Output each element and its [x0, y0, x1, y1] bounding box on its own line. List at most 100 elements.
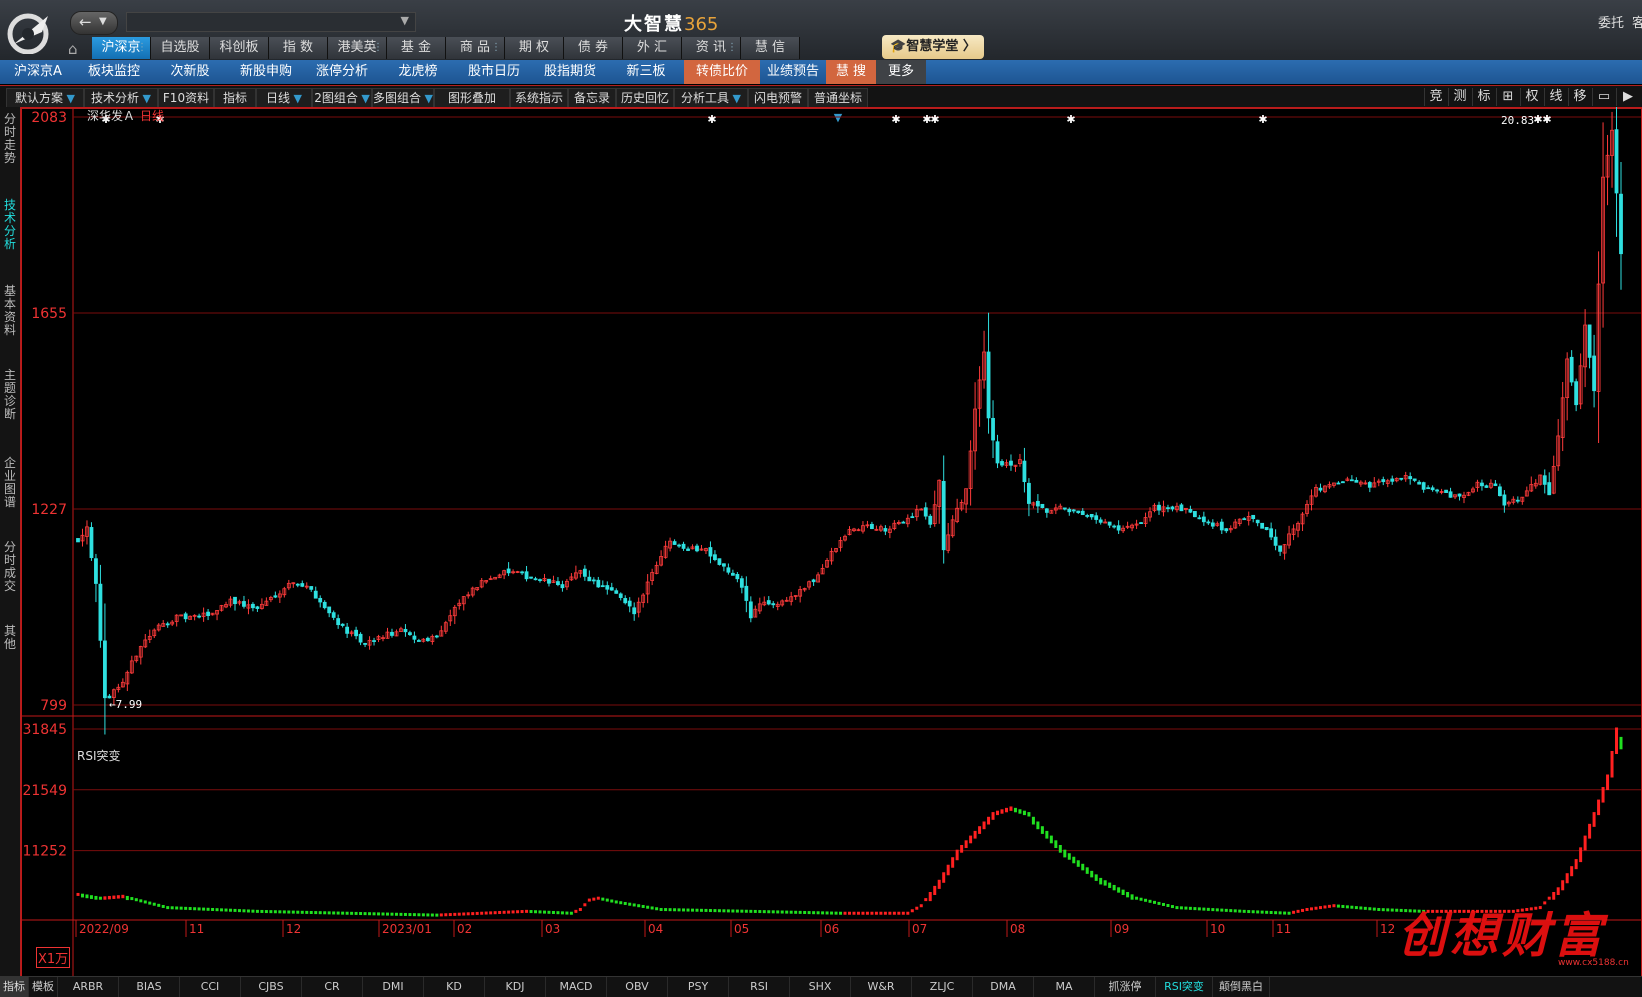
- toolbar-13[interactable]: 普通坐标 ▼: [808, 88, 868, 124]
- submenu-item-10[interactable]: 业绩预告: [760, 60, 826, 84]
- submenu-item-7[interactable]: 股指期货: [532, 60, 608, 84]
- main-nav-item-7[interactable]: 期 权: [505, 37, 564, 59]
- dropdown-arrow-icon[interactable]: ▼: [421, 92, 433, 105]
- indicator-tab-15[interactable]: W&R: [851, 977, 912, 997]
- submenu-item-6[interactable]: 股市日历: [456, 60, 532, 84]
- toolbar-right-3[interactable]: ⊞: [1496, 88, 1519, 106]
- dropdown-arrow-icon[interactable]: ▼: [63, 92, 75, 105]
- more-dots-icon[interactable]: ⋮: [373, 37, 383, 59]
- service-button[interactable]: 客: [1632, 12, 1642, 31]
- submenu-item-1[interactable]: 板块监控: [76, 60, 152, 84]
- toolbar-right-7[interactable]: ▭: [1592, 88, 1615, 106]
- left-tab-3[interactable]: 主题诊断: [2, 369, 18, 421]
- main-nav-item-4[interactable]: 港美英 ⋮: [328, 37, 387, 59]
- submenu-item-0[interactable]: 沪深京A: [0, 60, 76, 84]
- indicator-tab-8[interactable]: KD: [424, 977, 485, 997]
- left-tab-0[interactable]: 分时走势: [2, 113, 18, 165]
- toolbar-right-1[interactable]: 测: [1448, 88, 1471, 106]
- indicator-tab-6[interactable]: CR: [302, 977, 363, 997]
- chart-area[interactable]: 2083 1655 1227 799 31845 21549 11252 2022/09 11 1…: [21, 107, 1642, 981]
- submenu-item-5[interactable]: 龙虎榜: [380, 60, 456, 84]
- indicator-tab-18[interactable]: MA: [1034, 977, 1095, 997]
- main-nav-item-10[interactable]: 资 讯 ⋮: [682, 37, 741, 59]
- back-forward-button[interactable]: ← ▼: [70, 11, 118, 35]
- main-nav-item-3[interactable]: 指 数: [269, 37, 328, 59]
- main-nav-item-2[interactable]: 科创板: [210, 37, 269, 59]
- indicator-tab-19[interactable]: 抓涨停: [1095, 977, 1156, 997]
- indicator-tab-3[interactable]: BIAS: [119, 977, 180, 997]
- toolbar-right-5[interactable]: 线: [1544, 88, 1567, 106]
- toolbar-4[interactable]: 日线 ▼: [256, 88, 312, 108]
- dropdown-arrow-icon[interactable]: ▼: [290, 92, 302, 105]
- history-dropdown-icon[interactable]: ▼: [99, 16, 107, 27]
- indicator-tab-2[interactable]: ARBR: [58, 977, 119, 997]
- toolbar-12[interactable]: 闪电预警: [748, 88, 808, 108]
- more-dots-icon[interactable]: ⋮: [727, 37, 737, 59]
- address-input[interactable]: ▼: [126, 12, 416, 32]
- indicator-tab-17[interactable]: DMA: [973, 977, 1034, 997]
- left-tab-6[interactable]: 其他: [2, 625, 18, 651]
- toolbar-6[interactable]: 多图组合 ▼: [372, 88, 434, 108]
- indicator-tab-9[interactable]: KDJ: [485, 977, 546, 997]
- toolbar-8[interactable]: 系统指示: [510, 88, 568, 108]
- toolbar-7[interactable]: 图形叠加: [434, 88, 510, 108]
- indicator-tab-11[interactable]: OBV: [607, 977, 668, 997]
- indicator-tab-21[interactable]: 颠倒黑白: [1213, 977, 1270, 997]
- submenu-item-3[interactable]: 新股申购: [228, 60, 304, 84]
- submenu-item-12[interactable]: 更多: [876, 60, 926, 84]
- toolbar-right-0[interactable]: 竞: [1424, 88, 1447, 106]
- main-nav-item-9[interactable]: 外 汇: [623, 37, 682, 59]
- indicator-tab-1[interactable]: 模板: [29, 977, 58, 997]
- indicator-tab-4[interactable]: CCI: [180, 977, 241, 997]
- dropdown-arrow-icon[interactable]: ▼: [729, 92, 741, 105]
- toolbar-9[interactable]: 备忘录: [568, 88, 616, 108]
- indicator-tab-5[interactable]: CJBS: [241, 977, 302, 997]
- kline-chart-svg[interactable]: 2083 1655 1227 799 31845 21549 11252 2022/09 11 1…: [21, 107, 1642, 981]
- entrust-button[interactable]: 委托: [1598, 12, 1624, 31]
- dropdown-arrow-icon[interactable]: ▼: [139, 92, 151, 105]
- left-tab-5[interactable]: 分时成交: [2, 541, 18, 593]
- academy-button[interactable]: 🎓智慧学堂 〉: [882, 35, 984, 59]
- submenu-item-2[interactable]: 次新股: [152, 60, 228, 84]
- more-dots-icon[interactable]: ⋮: [137, 37, 147, 59]
- submenu-item-9[interactable]: 转债比价: [684, 60, 760, 84]
- main-nav-item-5[interactable]: 基 金: [387, 37, 446, 59]
- toolbar-3[interactable]: 指标: [214, 88, 256, 108]
- indicator-tab-10[interactable]: MACD: [546, 977, 607, 997]
- toolbar-5[interactable]: 2图组合 ▼: [312, 88, 372, 108]
- left-tab-1[interactable]: 技术分析: [2, 199, 18, 251]
- toolbar-right-4[interactable]: 权: [1520, 88, 1543, 106]
- back-arrow-icon[interactable]: ←: [79, 13, 92, 31]
- main-nav-item-0[interactable]: 沪深京 ⋮: [92, 37, 151, 59]
- left-tab-2[interactable]: 基本资料: [2, 285, 18, 337]
- indicator-tab-13[interactable]: RSI: [729, 977, 790, 997]
- toolbar-10[interactable]: 历史回忆: [616, 88, 674, 108]
- indicator-tab-7[interactable]: DMI: [363, 977, 424, 997]
- indicator-tab-20[interactable]: RSI突变: [1156, 977, 1213, 997]
- toolbar-11[interactable]: 分析工具 ▼: [674, 88, 748, 108]
- indicator-tab-12[interactable]: PSY: [668, 977, 729, 997]
- main-nav-item-11[interactable]: 慧 信: [741, 37, 800, 59]
- indicator-tab-16[interactable]: ZLJC: [912, 977, 973, 997]
- submenu-item-8[interactable]: 新三板: [608, 60, 684, 84]
- toolbar-right-8[interactable]: ▶: [1616, 88, 1639, 106]
- toolbar-right-6[interactable]: 移: [1568, 88, 1591, 106]
- main-nav-item-1[interactable]: 自选股: [151, 37, 210, 59]
- candle-body: [1614, 129, 1619, 194]
- submenu-item-11[interactable]: 慧 搜: [826, 60, 876, 84]
- main-nav-item-8[interactable]: 债 券: [564, 37, 623, 59]
- toolbar-right-2[interactable]: 标: [1472, 88, 1495, 106]
- toolbar-0[interactable]: 默认方案 ▼: [6, 88, 84, 108]
- submenu-item-4[interactable]: 涨停分析: [304, 60, 380, 84]
- main-nav-item-6[interactable]: 商 品 ⋮: [446, 37, 505, 59]
- app-logo-icon[interactable]: [4, 10, 60, 54]
- toolbar-2[interactable]: F10资料: [158, 88, 214, 108]
- indicator-tab-14[interactable]: SHX: [790, 977, 851, 997]
- dropdown-arrow-icon[interactable]: ▼: [358, 92, 369, 105]
- home-icon[interactable]: ⌂: [68, 40, 88, 58]
- indicator-tab-0[interactable]: 指标: [0, 977, 29, 997]
- left-tab-4[interactable]: 企业图谱: [2, 457, 18, 509]
- toolbar-1[interactable]: 技术分析 ▼: [84, 88, 158, 108]
- address-dropdown-icon[interactable]: ▼: [401, 14, 409, 27]
- more-dots-icon[interactable]: ⋮: [491, 37, 501, 59]
